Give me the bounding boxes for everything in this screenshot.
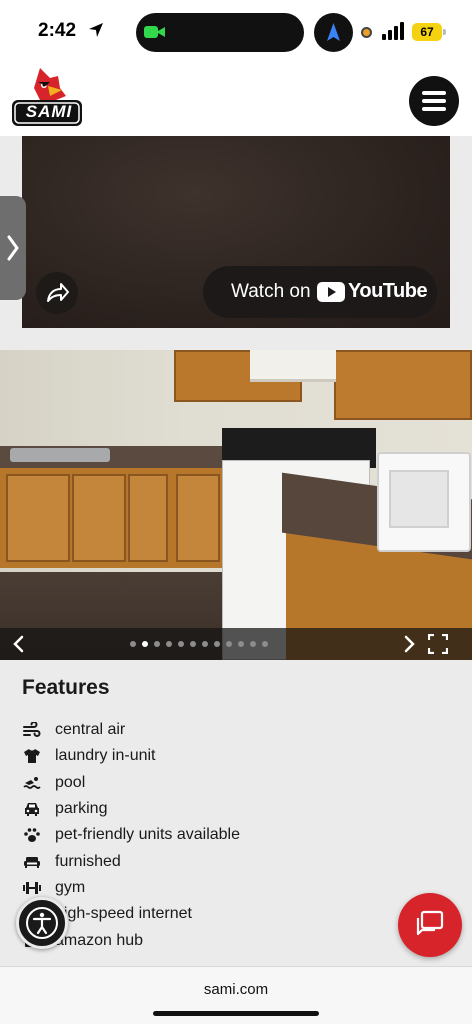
feature-label: parking [55,800,108,818]
share-icon [47,283,69,302]
pagination-dot[interactable] [130,641,136,647]
feature-label: central air [55,721,126,739]
pagination-dot[interactable] [154,641,160,647]
pagination-dot[interactable] [178,641,184,647]
youtube-play-icon [317,282,345,302]
facetime-icon [144,26,165,38]
feature-label: pool [55,773,86,791]
menu-button[interactable] [409,76,459,126]
accessibility-icon [26,907,58,939]
feature-label: pet-friendly units available [55,826,240,844]
mic-indicator-icon [361,27,372,38]
pagination-dot[interactable] [142,641,148,647]
feature-item: parking [22,796,402,822]
location-arrow-icon [89,23,103,37]
pagination-dot[interactable] [226,641,232,647]
gallery-prev-button[interactable] [8,633,30,655]
swimmer-icon [22,774,42,792]
feature-item: furnished [22,848,402,874]
watch-on-youtube-button[interactable]: Watch on YouTube [203,266,437,318]
feature-item: high-speed internet [22,901,402,927]
paw-icon [22,826,42,844]
pagination-dot[interactable] [190,641,196,647]
logo-wordmark: SAMI [25,102,73,121]
features-heading: Features [22,676,110,699]
pagination-dot[interactable] [262,641,268,647]
navigation-icon [314,13,353,52]
watch-on-label: Watch on [231,281,311,302]
sami-logo[interactable] [10,66,84,132]
pagination-dot[interactable] [250,641,256,647]
pagination-dot[interactable] [238,641,244,647]
chat-icon [416,910,444,936]
couch-icon [22,853,42,871]
chevron-right-icon [7,235,19,261]
hamburger-icon [422,91,446,95]
feature-label: furnished [55,852,121,870]
car-icon [22,800,42,818]
feature-item: pet-friendly units available [22,822,402,848]
chat-button[interactable] [398,893,462,957]
dumbbell-icon [22,879,42,897]
wind-icon [22,721,42,739]
shirt-icon [22,747,42,765]
signal-icon [382,22,404,40]
browser-url-bar[interactable]: sami.com [0,966,472,1024]
feature-label: high-speed internet [55,905,192,923]
pagination-dot[interactable] [214,641,220,647]
gallery-next-button[interactable] [398,633,420,655]
fullscreen-icon[interactable] [428,634,448,654]
gallery-pagination [130,641,268,649]
status-bar: 2:42 67 [0,0,472,64]
feature-label: gym [55,878,86,896]
photo-gallery[interactable] [0,350,472,660]
feature-item: pool [22,770,402,796]
features-list: central air laundry in-unit pool parking… [22,717,402,954]
site-header: SAMI [0,64,472,136]
feature-item: central air [22,717,402,743]
battery-icon [443,29,446,35]
battery-level: 67 [412,23,442,41]
feature-label: laundry in-unit [55,747,156,765]
feature-item: laundry in-unit [22,743,402,769]
clock: 2:42 [38,20,77,41]
pagination-dot[interactable] [202,641,208,647]
home-indicator[interactable] [153,1011,319,1016]
url-text: sami.com [203,981,269,998]
youtube-label: YouTube [348,280,428,302]
pagination-dot[interactable] [166,641,172,647]
accessibility-button[interactable] [16,897,68,949]
share-button[interactable] [36,272,78,314]
side-panel-tab[interactable] [0,196,26,300]
feature-label: amazon hub [55,931,144,949]
feature-item: amazon hub [22,927,402,953]
feature-item: gym [22,875,402,901]
